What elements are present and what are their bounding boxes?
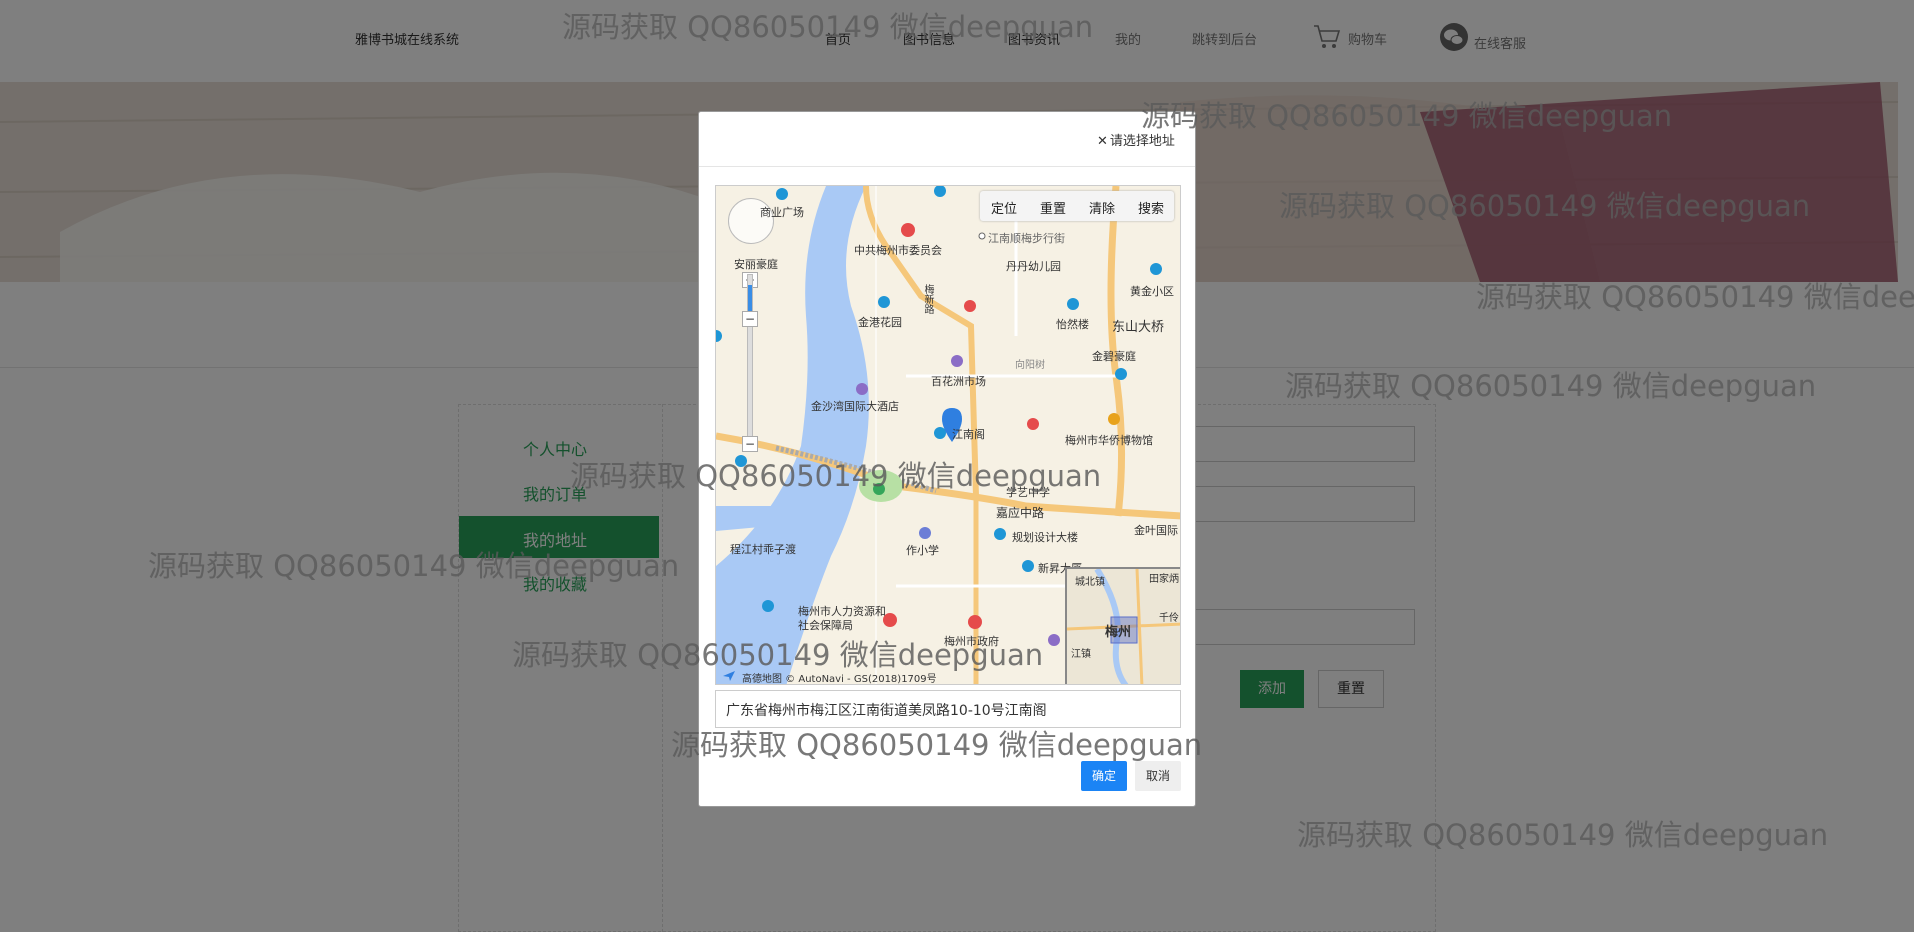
minimap-label: 千伶: [1159, 613, 1179, 624]
map-label: 中共梅州市委员会: [854, 244, 942, 257]
map-toolbar: 定位 重置 清除 搜索: [980, 191, 1174, 221]
navigation-arrow-icon[interactable]: [722, 670, 736, 682]
map-label: 嘉应中路: [996, 506, 1045, 520]
map-label: 黄金小区: [1130, 285, 1174, 298]
map-label: 金港花园: [858, 316, 902, 329]
map-view[interactable]: + − − 定位 重置 清除 搜索 商业广场 中共梅州市委员会 江南顺梅步行街 …: [715, 185, 1181, 685]
close-icon[interactable]: ✕: [1097, 134, 1108, 149]
map-label: 安丽豪庭: [734, 258, 778, 271]
minimap-label: 江镇: [1071, 649, 1091, 660]
minimap-label: 梅州: [1105, 625, 1132, 640]
map-label: 梅州市人力资源和社会保障局: [798, 605, 886, 632]
overview-minimap[interactable]: 城北镇 田家炳 梅州 江镇 千伶: [1065, 567, 1180, 684]
zoom-level-handle[interactable]: −: [742, 311, 758, 327]
map-label: 规划设计大楼: [1012, 531, 1078, 544]
map-label: 商业广场: [760, 206, 804, 219]
map-label: 作小学: [906, 544, 939, 557]
map-attribution: 高德地图 © AutoNavi - GS(2018)1709号: [716, 664, 1006, 684]
map-label: 金碧豪庭: [1092, 350, 1136, 363]
address-picker-modal: ✕ 请选择地址 − − 定位 重置 清除 搜索 商业广场 中共梅州市委员会 江南…: [698, 111, 1196, 807]
zoom-out-button[interactable]: −: [742, 436, 758, 452]
modal-title[interactable]: ✕ 请选择地址: [1097, 130, 1175, 149]
map-label: 江南阁: [952, 428, 985, 441]
map-label: 程江村乖子渡: [730, 543, 796, 556]
modal-divider: [699, 166, 1195, 167]
map-label: 江南顺梅步行街: [988, 232, 1065, 245]
minimap-label: 城北镇: [1075, 577, 1105, 588]
map-label: 东山大桥: [1112, 320, 1165, 335]
locate-button[interactable]: 定位: [991, 198, 1017, 217]
clear-button[interactable]: 清除: [1089, 198, 1115, 217]
map-label: 金沙湾国际大酒店: [811, 400, 899, 413]
map-label: 百花洲市场: [931, 375, 986, 388]
map-label: 学艺中学: [1006, 486, 1050, 499]
map-reset-button[interactable]: 重置: [1040, 198, 1066, 217]
address-input[interactable]: 广东省梅州市梅江区江南街道美凤路10-10号江南阁: [715, 690, 1181, 728]
map-label: 梅州市华侨博物馆: [1065, 434, 1153, 447]
map-label: 梅新路: [922, 284, 933, 314]
confirm-button[interactable]: 确定: [1081, 761, 1127, 791]
map-label: 梅州市政府: [944, 635, 999, 648]
map-label: 金叶国际: [1134, 524, 1178, 537]
map-label: 向阳树: [1015, 360, 1045, 371]
minimap-label: 田家炳: [1149, 574, 1179, 585]
map-label: 怡然楼: [1056, 318, 1089, 331]
cancel-button[interactable]: 取消: [1135, 761, 1181, 791]
map-label: 丹丹幼儿园: [1006, 260, 1061, 273]
search-button[interactable]: 搜索: [1138, 198, 1164, 217]
zoom-slider[interactable]: [747, 274, 753, 444]
